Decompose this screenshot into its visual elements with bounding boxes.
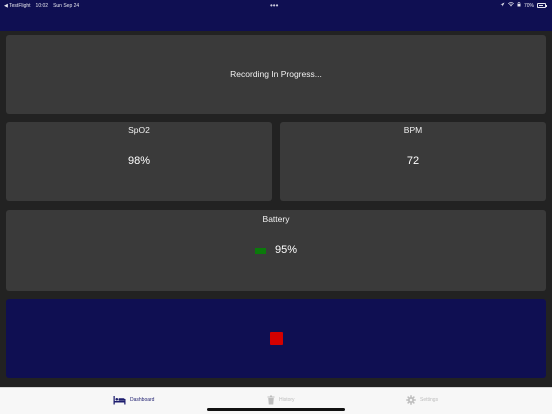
multitasking-dots[interactable]: ••• [270, 1, 278, 10]
gear-icon [406, 395, 416, 405]
spo2-card: SpO2 98% [6, 122, 272, 201]
battery-icon [537, 3, 547, 8]
battery-percent: 70% [523, 2, 534, 9]
location-icon [500, 2, 505, 9]
bpm-card: BPM 72 [280, 122, 546, 201]
tab-dashboard-label: Dashboard [130, 397, 155, 403]
recording-status-text: Recording In Progress... [230, 69, 322, 79]
tab-settings-label: Settings [420, 397, 439, 403]
tab-settings[interactable]: Settings [406, 394, 438, 406]
bed-icon [113, 395, 126, 405]
home-indicator[interactable] [207, 408, 345, 411]
battery-label: Battery [262, 214, 290, 224]
battery-level-indicator [255, 248, 266, 254]
battery-value: 95% [275, 244, 298, 256]
bpm-label: BPM [403, 125, 423, 135]
recording-status-card: Recording In Progress... [6, 35, 546, 114]
status-date: Sun Sep 24 [53, 3, 80, 9]
status-right: 70% [500, 1, 547, 9]
status-time: 10:02 [35, 3, 49, 9]
bpm-value: 72 [406, 155, 420, 167]
tab-history-label: History [279, 397, 295, 403]
tab-dashboard[interactable]: Dashboard [113, 394, 154, 406]
spo2-value: 98% [127, 155, 151, 167]
wifi-icon [507, 2, 514, 9]
status-bar: ◀ TestFlight 10:02 Sun Sep 24 ••• 70% [0, 0, 552, 31]
status-left: ◀ TestFlight 10:02 Sun Sep 24 [4, 3, 79, 9]
stop-recording-button[interactable] [270, 332, 283, 345]
lock-rotation-icon [517, 1, 521, 9]
tab-history[interactable]: History [267, 394, 295, 406]
spo2-label: SpO2 [128, 125, 150, 135]
back-to-app-link[interactable]: ◀ TestFlight [4, 3, 31, 9]
trash-icon [267, 395, 275, 405]
